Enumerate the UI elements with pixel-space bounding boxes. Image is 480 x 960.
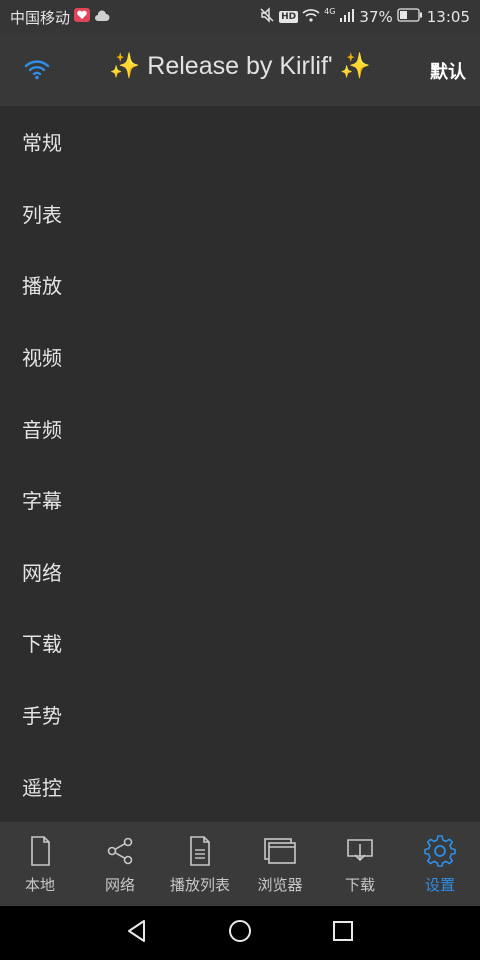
carrier-label: 中国移动 — [10, 8, 71, 27]
status-bar: 中国移动 HD 4G 37% 13:05 — [0, 0, 480, 34]
hd-badge: HD — [279, 11, 299, 23]
menu-item-list[interactable]: 列表 — [0, 178, 480, 250]
menu-item-label: 手势 — [22, 704, 62, 729]
app-title: ✨ Release by Kirlif' ✨ — [0, 52, 480, 81]
recents-icon[interactable] — [330, 918, 356, 948]
home-icon[interactable] — [227, 918, 253, 948]
nav-label: 网络 — [104, 876, 135, 894]
menu-item-audio[interactable]: 音频 — [0, 392, 480, 464]
menu-item-label: 音频 — [22, 417, 62, 442]
bottom-nav: 本地 网络 播放列表 浏览器 下载 设置 — [0, 822, 480, 906]
battery-percent: 37% — [359, 8, 393, 26]
nav-browser[interactable]: 浏览器 — [240, 822, 320, 906]
system-nav-bar — [0, 906, 480, 960]
menu-item-label: 视频 — [22, 346, 62, 371]
back-icon[interactable] — [124, 918, 150, 948]
network-type: 4G — [324, 6, 336, 16]
default-button[interactable]: 默认 — [430, 58, 466, 84]
menu-item-download[interactable]: 下载 — [0, 607, 480, 679]
menu-item-label: 常规 — [22, 131, 62, 156]
menu-item-playback[interactable]: 播放 — [0, 249, 480, 321]
playlist-icon — [190, 836, 210, 866]
menu-item-label: 字幕 — [22, 489, 62, 514]
mute-icon — [259, 7, 275, 27]
nav-label: 下载 — [344, 876, 375, 894]
menu-item-label: 播放 — [22, 274, 62, 299]
clock: 13:05 — [426, 8, 470, 26]
status-right: HD 4G 37% 13:05 — [259, 7, 470, 27]
menu-item-remote[interactable]: 遥控 — [0, 750, 480, 822]
app-title-text: Release by Kirlif' — [147, 52, 333, 80]
status-left: 中国移动 — [10, 7, 110, 28]
menu-item-subtitles[interactable]: 字幕 — [0, 464, 480, 536]
nav-playlist[interactable]: 播放列表 — [160, 822, 240, 906]
menu-item-label: 遥控 — [22, 775, 62, 800]
app-bar: ✨ Release by Kirlif' ✨ 默认 — [0, 34, 480, 106]
menu-item-label: 列表 — [22, 202, 62, 227]
cloud-icon — [94, 8, 110, 26]
menu-item-general[interactable]: 常规 — [0, 106, 480, 178]
download-icon — [347, 839, 373, 862]
sparkle-icon: ✨ — [339, 52, 371, 80]
heart-app-icon — [74, 8, 91, 26]
signal-icon — [339, 8, 355, 26]
menu-item-label: 下载 — [22, 632, 62, 657]
nav-network[interactable]: 网络 — [80, 822, 160, 906]
file-icon — [31, 836, 50, 866]
settings-menu: 常规 列表 播放 视频 音频 字幕 网络 下载 手势 遥控 — [0, 106, 480, 822]
share-icon — [107, 837, 133, 865]
nav-settings[interactable]: 设置 — [400, 822, 480, 906]
nav-label: 播放列表 — [169, 876, 230, 894]
menu-item-video[interactable]: 视频 — [0, 321, 480, 393]
nav-local[interactable]: 本地 — [0, 822, 80, 906]
menu-item-network[interactable]: 网络 — [0, 536, 480, 608]
nav-label: 设置 — [424, 876, 455, 894]
nav-label: 浏览器 — [257, 876, 303, 894]
browser-icon — [264, 838, 296, 864]
gear-icon — [424, 835, 456, 867]
sparkle-icon: ✨ — [109, 52, 141, 80]
battery-icon — [397, 8, 423, 26]
menu-item-gestures[interactable]: 手势 — [0, 679, 480, 751]
wifi-status-icon — [302, 8, 320, 26]
nav-download[interactable]: 下载 — [320, 822, 400, 906]
menu-item-label: 网络 — [22, 560, 62, 585]
nav-label: 本地 — [24, 876, 55, 894]
